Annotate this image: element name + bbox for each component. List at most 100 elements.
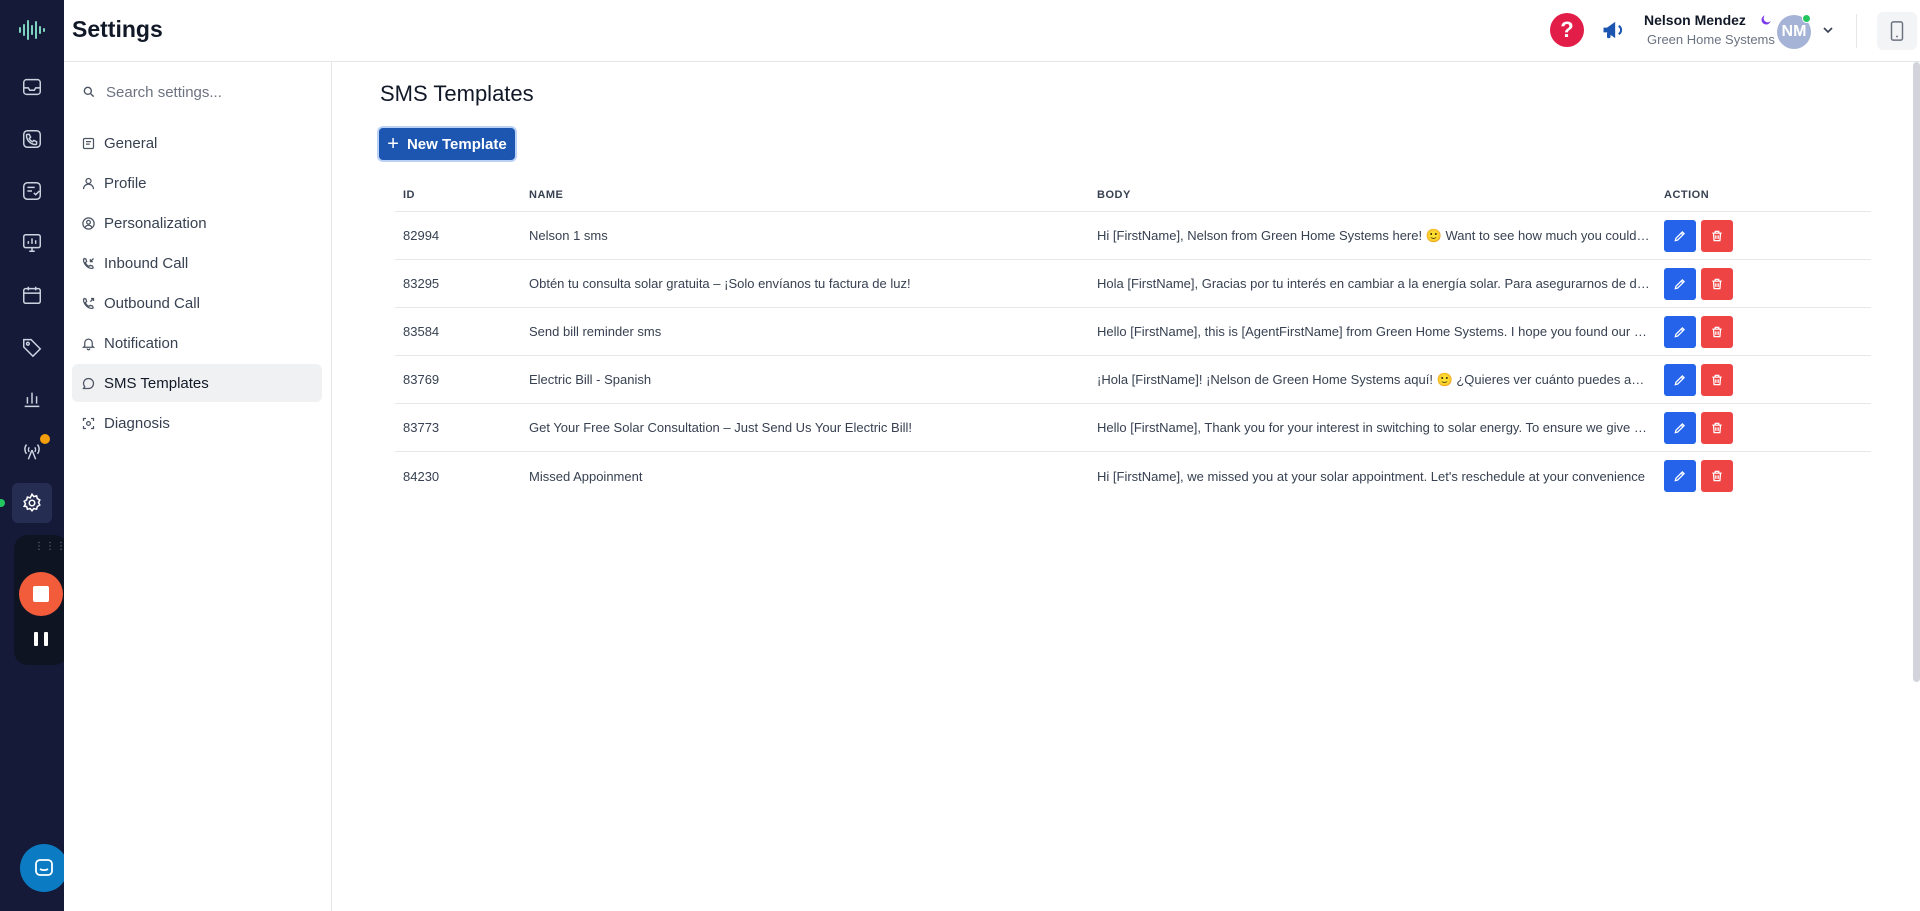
row-body: Hello [FirstName], this is [AgentFirstNa… [1097,324,1656,339]
delete-trash-icon[interactable] [1701,219,1733,252]
row-id: 83769 [403,372,440,387]
app-logo-icon[interactable] [16,14,48,46]
plus-icon: + [387,133,399,155]
drag-handle-icon[interactable]: ⋮⋮⋮ [34,542,66,552]
table-row[interactable]: 84230 Missed Appoinment Hi [FirstName], … [395,452,1871,500]
nav-item-general[interactable]: General [72,124,322,162]
phone-incoming-icon [82,257,94,269]
tag-icon[interactable] [12,327,52,367]
templates-table: ID NAME BODY ACTION 82994 Nelson 1 sms H… [395,178,1871,500]
phone-icon[interactable] [12,119,52,159]
vertical-scrollbar[interactable] [1913,62,1920,682]
row-body: Hola [FirstName], Gracias por tu interés… [1097,276,1656,291]
nav-item-notification[interactable]: Notification [72,324,322,362]
settings-sidenav: General Profile Personalization Inbound … [64,62,332,911]
edit-pencil-icon[interactable] [1664,219,1696,252]
pause-button[interactable] [34,632,48,646]
row-name: Get Your Free Solar Consultation – Just … [529,420,912,435]
row-name: Send bill reminder sms [529,324,662,339]
edit-pencil-icon[interactable] [1664,460,1696,492]
bell-icon [81,338,96,350]
document-icon [82,137,95,149]
recorder-widget: ⋮⋮⋮ [14,535,68,665]
page-title: SMS Templates [380,81,534,106]
edit-pencil-icon[interactable] [1664,363,1696,396]
phone-outgoing-icon [82,297,95,309]
delete-trash-icon[interactable] [1701,460,1733,492]
nav-item-label: Personalization [104,214,207,232]
table-row[interactable]: 83769 Electric Bill - Spanish ¡Hola [Fir… [395,356,1871,404]
edit-pencil-icon[interactable] [1664,315,1696,348]
app-root: ⋮⋮⋮ Settings ? Nelson Mendez Green Home … [0,0,1920,911]
row-id: 83773 [403,420,440,435]
table-row[interactable]: 83773 Get Your Free Solar Consultation –… [395,404,1871,452]
col-header-name: NAME [529,188,564,201]
row-id: 84230 [403,468,440,484]
nav-item-label: Outbound Call [104,294,200,312]
user-org: Green Home Systems [1647,32,1775,47]
delete-trash-icon[interactable] [1701,411,1733,444]
row-body: ¡Hola [FirstName]! ¡Nelson de Green Home… [1097,371,1656,387]
megaphone-icon[interactable] [1600,16,1628,44]
row-body: Hi [FirstName], Nelson from Green Home S… [1097,227,1656,243]
help-icon[interactable]: ? [1550,13,1584,47]
table-header: ID NAME BODY ACTION [395,178,1871,212]
col-header-id: ID [403,188,415,201]
user-circle-icon [82,216,95,230]
nav-item-profile[interactable]: Profile [72,164,322,202]
nav-item-inbound-call[interactable]: Inbound Call [72,244,322,282]
main-content: SMS Templates + New Template ID NAME BOD… [333,62,1920,911]
edit-pencil-icon[interactable] [1664,267,1696,300]
nav-item-label: SMS Templates [104,374,209,392]
nav-item-label: Profile [104,174,147,192]
nav-item-label: Diagnosis [104,414,170,432]
top-header: Settings ? Nelson Mendez Green Home Syst… [64,0,1920,62]
nav-item-outbound-call[interactable]: Outbound Call [72,284,322,322]
moon-icon [1759,13,1773,27]
settings-search [76,76,324,108]
online-status-dot [1802,14,1811,23]
stop-recording-button[interactable] [19,572,63,616]
new-template-button[interactable]: + New Template [379,128,515,160]
table-row[interactable]: 83295 Obtén tu consulta solar gratuita –… [395,260,1871,308]
analytics-icon[interactable] [12,379,52,419]
delete-trash-icon[interactable] [1701,363,1733,396]
nav-item-sms-templates[interactable]: SMS Templates [72,364,322,402]
left-rail: ⋮⋮⋮ [0,0,68,911]
nav-item-label: General [104,134,158,152]
row-id: 83584 [403,324,440,339]
call-log-icon[interactable] [12,171,52,211]
scan-icon [82,417,95,429]
delete-trash-icon[interactable] [1701,315,1733,348]
table-row[interactable]: 82994 Nelson 1 sms Hi [FirstName], Nelso… [395,212,1871,260]
user-icon [82,177,95,189]
calendar-icon[interactable] [12,275,52,315]
row-body: Hi [FirstName], we missed you at your so… [1097,468,1646,484]
col-header-action: ACTION [1664,188,1710,201]
chat-support-icon[interactable] [20,844,68,892]
page-header-title: Settings [72,16,163,42]
delete-trash-icon[interactable] [1701,267,1733,300]
row-actions [1656,411,1856,444]
table-row[interactable]: 83584 Send bill reminder sms Hello [Firs… [395,308,1871,356]
active-indicator [0,499,5,507]
inbox-icon[interactable] [12,67,52,107]
new-template-label: New Template [406,135,507,153]
user-name[interactable]: Nelson Mendez [1644,12,1746,28]
chevron-down-icon[interactable] [1820,22,1836,38]
dashboard-icon[interactable] [12,223,52,263]
settings-gear-icon[interactable] [12,483,52,523]
nav-item-label: Notification [104,334,179,352]
edit-pencil-icon[interactable] [1664,411,1696,444]
row-actions [1656,460,1856,492]
nav-item-diagnosis[interactable]: Diagnosis [72,404,322,442]
row-id: 83295 [403,276,440,291]
row-name: Electric Bill - Spanish [529,372,652,387]
col-header-body: BODY [1097,188,1131,201]
row-actions [1656,219,1856,252]
nav-item-personalization[interactable]: Personalization [72,204,322,242]
row-name: Obtén tu consulta solar gratuita – ¡Solo… [529,276,911,291]
softphone-toggle-icon[interactable] [1877,12,1917,50]
notification-dot [40,434,50,444]
search-input[interactable] [106,83,316,101]
